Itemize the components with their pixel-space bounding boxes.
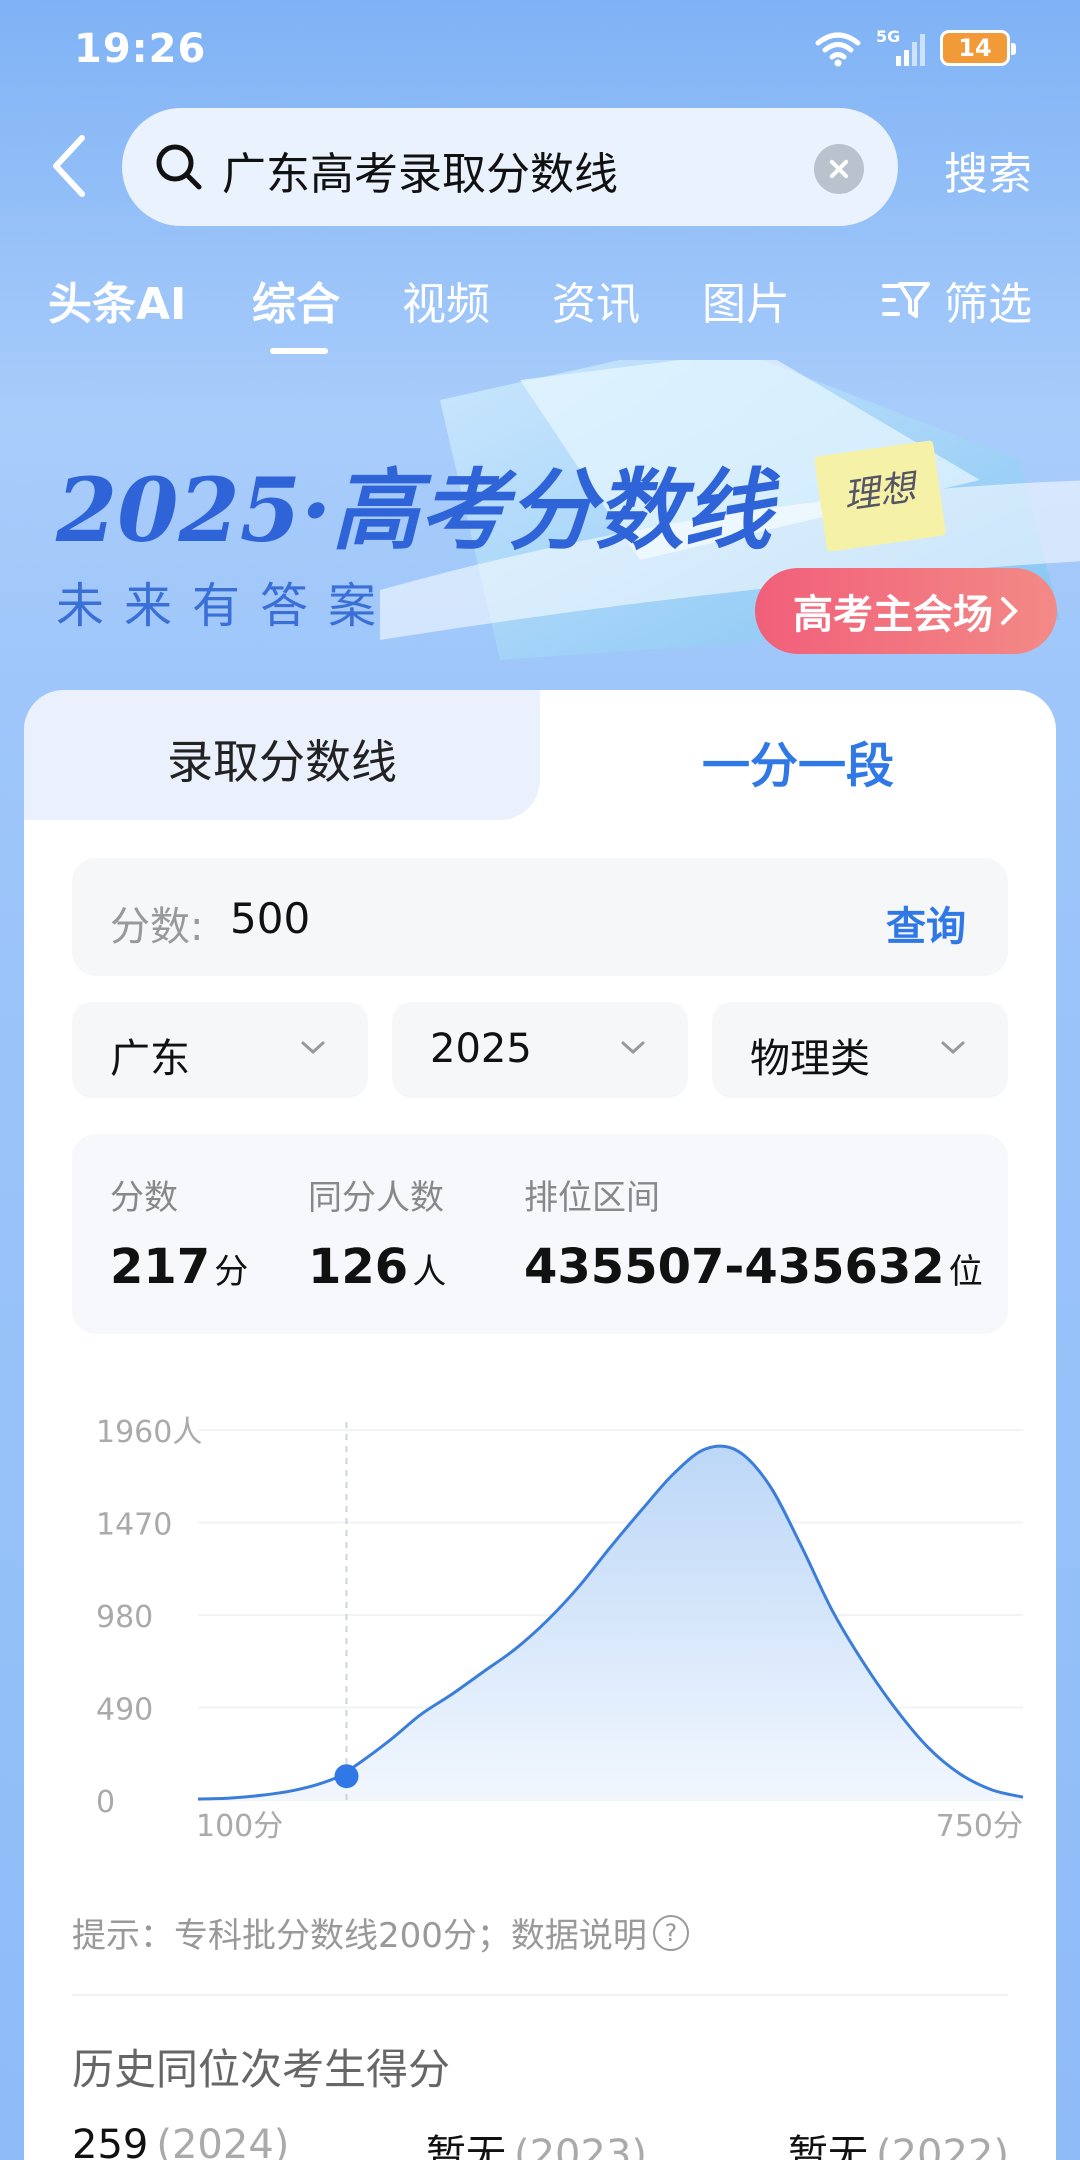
chevron-down-icon: [941, 1041, 965, 1055]
chevron-left-icon: [53, 135, 85, 197]
tip-label: 提示：专科批分数线200分；数据说明: [72, 1916, 647, 1956]
subject-select[interactable]: 物理类: [712, 1002, 1008, 1098]
distribution-area: [198, 1446, 1023, 1800]
history-year: (2023): [514, 2132, 648, 2160]
chevron-down-icon: [621, 1041, 645, 1055]
tab-news[interactable]: 资讯: [552, 268, 640, 332]
status-icons: 5G 14: [814, 28, 1016, 68]
history-year: (2022): [876, 2132, 1010, 2160]
tab-indicator: [270, 348, 328, 354]
score-query-bar: 分数: 500 查询: [72, 858, 1008, 976]
y-tick-label: 1470: [96, 1508, 172, 1543]
tab-score-segments[interactable]: 一分一段: [540, 726, 1056, 796]
category-tabs: 头条AI 综合 视频 资讯 图片 筛选: [0, 268, 1080, 358]
signal-icon: 5G: [876, 28, 925, 66]
subject-value: 物理类: [750, 1036, 870, 1082]
filter-button[interactable]: 筛选: [882, 268, 1032, 332]
tab-toutiao-ai[interactable]: 头条AI: [48, 268, 186, 332]
wifi-icon: [815, 32, 861, 67]
y-tick-label: 1960人: [96, 1415, 202, 1450]
battery-icon: 14: [940, 30, 1016, 66]
filter-label: 筛选: [944, 279, 1032, 330]
status-bar: 19:26 5G 14: [0, 0, 1080, 100]
stat-score-value: 217: [110, 1239, 211, 1295]
stat-rank-label: 排位区间: [524, 1178, 660, 1218]
stat-score: 分数 217 分: [110, 1170, 248, 1295]
province-value: 广东: [110, 1036, 190, 1082]
history-item: 暂无 (2022): [788, 2122, 1009, 2160]
sticky-note: 理想: [813, 440, 947, 552]
query-button[interactable]: 查询: [886, 894, 966, 952]
score-label: 分数:: [110, 904, 204, 950]
stat-rank-unit: 位: [948, 1252, 983, 1292]
search-button[interactable]: 搜索: [944, 138, 1032, 202]
stat-rank-value: 435507-435632: [524, 1239, 945, 1295]
clear-search-button[interactable]: [814, 144, 864, 194]
stat-score-label: 分数: [110, 1178, 178, 1218]
search-icon: [156, 144, 202, 190]
filter-icon: [882, 282, 930, 318]
tab-comprehensive[interactable]: 综合: [252, 268, 340, 332]
score-stats: 分数 217 分 同分人数 126 人 排位区间 435507-435632 位: [72, 1134, 1008, 1334]
history-score: 259: [72, 2122, 149, 2160]
stat-same-count-unit: 人: [412, 1252, 447, 1292]
chevron-down-icon: [301, 1041, 325, 1055]
banner-subtitle: 未来有答案: [56, 578, 397, 634]
help-icon[interactable]: ?: [652, 1914, 689, 1951]
x-tick-label: 750分: [936, 1809, 1023, 1844]
main-venue-button[interactable]: 高考主会场: [755, 568, 1057, 654]
province-select[interactable]: 广东: [72, 1002, 368, 1098]
score-distribution-chart: 1960人 1470 980 490 0 100分 750分: [96, 1415, 1024, 1844]
year-select[interactable]: 2025: [392, 1002, 688, 1098]
stat-same-count-value: 126: [308, 1239, 409, 1295]
year-value: 2025: [430, 1026, 532, 1072]
tip-text: 提示：专科批分数线200分；数据说明 ?: [72, 1908, 689, 1957]
highlight-point[interactable]: [334, 1764, 359, 1789]
stat-score-unit: 分: [214, 1252, 249, 1292]
network-label: 5G: [876, 28, 900, 46]
history-item: 暂无 (2023): [426, 2122, 647, 2160]
back-button[interactable]: [50, 134, 100, 202]
search-query: 广东高考录取分数线: [222, 149, 618, 200]
tab-images[interactable]: 图片: [702, 268, 790, 332]
history-year: (2024): [156, 2122, 290, 2160]
history-item: 259 (2024): [72, 2122, 289, 2160]
status-time: 19:26: [74, 26, 207, 72]
gaokao-banner[interactable]: 2025·高考分数线 未来有答案 理想 高考主会场: [0, 360, 1080, 700]
stat-same-count: 同分人数 126 人: [308, 1170, 446, 1295]
y-tick-label: 490: [96, 1693, 153, 1728]
main-venue-label: 高考主会场: [793, 592, 993, 638]
score-input[interactable]: 500: [230, 894, 310, 943]
stat-rank: 排位区间 435507-435632 位: [524, 1170, 983, 1295]
score-card: 录取分数线 一分一段 分数: 500 查询 广东 2025 物理类 分数 217…: [24, 690, 1056, 2160]
banner-title: 2025·高考分数线: [56, 458, 772, 562]
y-tick-label: 0: [96, 1785, 115, 1820]
chevron-right-icon: [1001, 597, 1018, 625]
tab-video[interactable]: 视频: [402, 268, 490, 332]
battery-level: 14: [958, 34, 992, 62]
tab-admission-scores-label: 录取分数线: [167, 735, 397, 789]
search-input[interactable]: 广东高考录取分数线: [122, 108, 898, 226]
history-title: 历史同位次考生得分: [72, 2045, 451, 2094]
stat-same-count-label: 同分人数: [308, 1178, 444, 1218]
divider: [72, 1994, 1008, 1996]
y-tick-label: 980: [96, 1600, 153, 1635]
history-score: 暂无: [788, 2132, 868, 2160]
history-score: 暂无: [426, 2132, 506, 2160]
x-tick-label: 100分: [196, 1809, 283, 1844]
tab-admission-scores[interactable]: 录取分数线: [24, 690, 540, 820]
